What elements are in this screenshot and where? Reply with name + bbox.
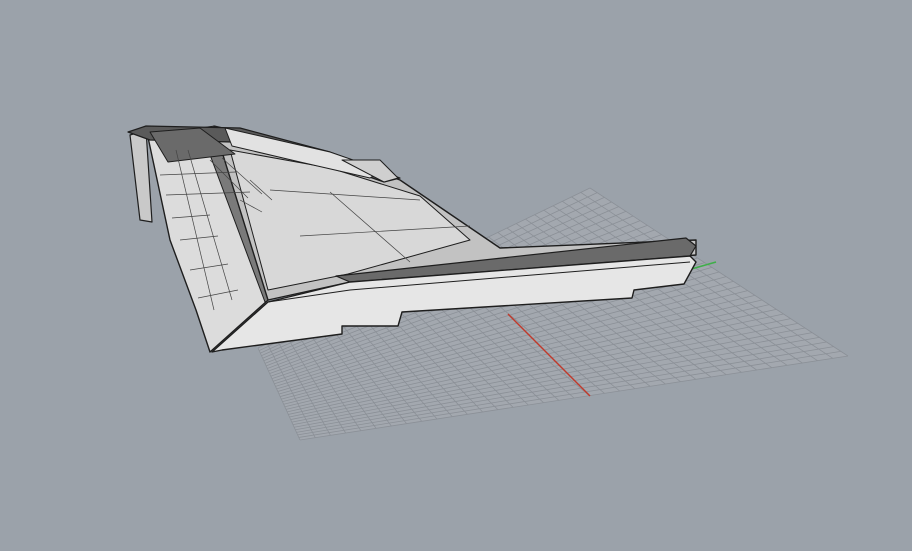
perspective-viewport[interactable] (0, 0, 912, 551)
